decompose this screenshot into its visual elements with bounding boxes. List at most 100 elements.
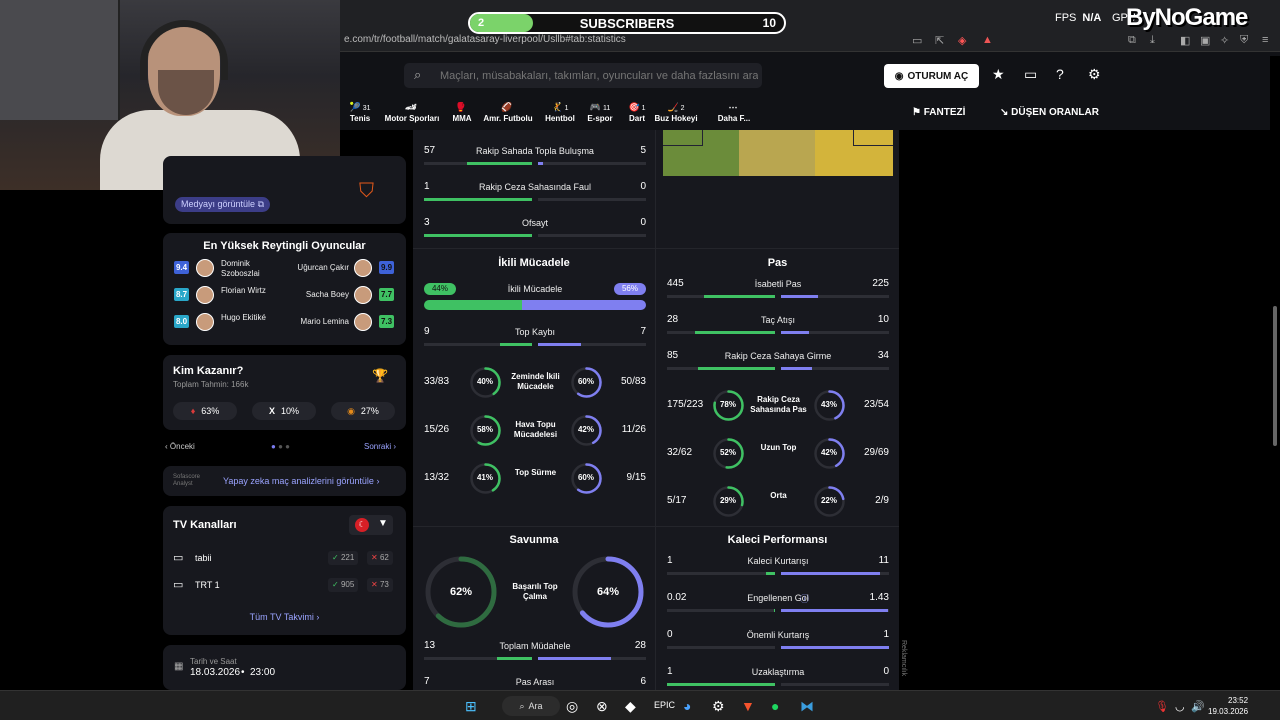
downvote-chip[interactable]: ✕ 62 xyxy=(367,551,393,565)
upvote-count: 905 xyxy=(340,580,355,589)
stat-label: Rakip Ceza Sahasında Faul xyxy=(478,182,592,192)
sport-tab[interactable]: 🎾 31 Tenis xyxy=(332,102,388,123)
sidebar-icon[interactable]: ◧ xyxy=(1180,34,1190,47)
epic-games-icon[interactable]: EPIC xyxy=(654,700,675,710)
ai-analysis-link[interactable]: Yapay zeka maç analizlerini görüntüle › xyxy=(223,476,379,486)
stat-bar-right-fill xyxy=(781,331,810,334)
who-wins-card: Kim Kazanır? Toplam Tahmin: 166k 🏆 ♦ 63% … xyxy=(163,355,406,430)
pager-dots[interactable]: ● ● ● xyxy=(271,442,290,451)
player-name: Uğurcan Çakır xyxy=(297,263,349,272)
fps-label: FPS xyxy=(1055,12,1077,24)
fps-readout: FPS N/A xyxy=(1055,12,1101,24)
share-icon[interactable]: ⇱ xyxy=(935,34,944,47)
info-icon[interactable]: ⓘ xyxy=(800,592,809,605)
tv-channel-name: TRT 1 xyxy=(195,580,220,590)
upvote-chip[interactable]: ✓ 905 xyxy=(328,578,359,592)
stat-bar-left-fill xyxy=(766,572,775,575)
steam-icon[interactable]: ◎ xyxy=(566,698,578,715)
external-icon: ⧉ xyxy=(257,199,264,209)
tv-channel-row[interactable]: ▭ tabii ✓ 221 ✕ 62 xyxy=(173,551,396,567)
next-label: Sonraki xyxy=(364,442,392,451)
menu-icon[interactable]: ≡ xyxy=(1262,34,1268,46)
right-tackle-percent: 64% xyxy=(596,586,620,598)
favorites-star-icon[interactable]: ★ xyxy=(992,66,1005,83)
taskbar-search[interactable]: ⌕ Ara xyxy=(502,696,560,716)
microphone-icon[interactable]: 🎙 xyxy=(1155,700,1169,713)
vote-draw-button[interactable]: X 10% xyxy=(252,402,316,420)
top-rated-players-card: En Yüksek Reytingli Oyuncular 9.4 Dominik… xyxy=(163,233,406,345)
galatasaray-crest-icon: ⛉ xyxy=(359,180,374,202)
pass-title: Pas xyxy=(767,257,788,269)
vote-home-button[interactable]: ♦ 63% xyxy=(173,402,237,420)
sport-label: Buz Hokeyi xyxy=(654,114,698,123)
date-time-card: ▦ Tarih ve Saat 18.03.2026 • 23:00 xyxy=(163,645,406,690)
player-row[interactable]: 9.4 Dominik Szoboszlai Uğurcan Çakır 9.9 xyxy=(163,258,406,278)
avatar xyxy=(354,313,372,331)
view-media-button[interactable]: Medyayı görüntüle ⧉ xyxy=(175,197,270,212)
stat-label: Rakip Sahada Topla Buluşma xyxy=(476,146,594,156)
extensions-icon[interactable]: ⧉ xyxy=(1128,34,1136,47)
heatmap-box xyxy=(663,130,703,146)
sport-tab[interactable]: 🏒 2 Buz Hokeyi xyxy=(648,102,704,123)
cast-icon[interactable]: ▭ xyxy=(912,34,922,47)
country-select[interactable]: ☾ ▼ xyxy=(349,515,393,535)
vpn-icon[interactable]: ⛨ xyxy=(1240,34,1248,47)
stat-bar-right-track xyxy=(538,162,646,165)
system-clock[interactable]: 23:52 19.03.2026 xyxy=(1208,695,1248,717)
who-wins-title: Kim Kazanır? xyxy=(173,365,244,377)
stat-right-value: 6 xyxy=(640,676,646,687)
player-rating: 9.9 xyxy=(379,261,394,274)
scrollbar-thumb[interactable] xyxy=(1273,306,1277,446)
xbox-icon[interactable]: ⊗ xyxy=(596,698,608,715)
search-box[interactable]: ⌕ xyxy=(404,63,762,88)
spotify-icon[interactable]: ● xyxy=(771,698,779,714)
dropping-odds-link[interactable]: ↘ DÜŞEN ORANLAR xyxy=(1000,107,1099,118)
sport-icon: 🎾 31 xyxy=(349,102,371,112)
sport-tab[interactable]: 🏈 Amr. Futbolu xyxy=(480,102,536,123)
next-button[interactable]: Sonraki › xyxy=(364,442,396,451)
wifi-icon[interactable]: ◡ xyxy=(1175,700,1185,713)
download-icon[interactable]: ⤓ xyxy=(1150,34,1155,47)
rewards-icon[interactable]: ▲ xyxy=(982,34,993,46)
page-scrollbar[interactable] xyxy=(1270,56,1280,690)
edge-icon[interactable]: ◕ xyxy=(683,698,691,714)
player-name: Mario Lemina xyxy=(300,317,349,326)
player-row[interactable]: 8.0 Hugo Ekitiké Mario Lemina 7.3 xyxy=(163,312,406,332)
volume-icon[interactable]: 🔊 xyxy=(1191,700,1205,713)
previous-button[interactable]: ‹ Önceki xyxy=(165,442,195,451)
tv-icon[interactable]: ▭ xyxy=(1024,66,1037,83)
settings-gear-icon[interactable]: ⚙ xyxy=(1088,66,1101,83)
leo-icon[interactable]: ✧ xyxy=(1220,34,1229,47)
player-row[interactable]: 8.7 Florian Wirtz Sacha Boey 7.7 xyxy=(163,285,406,305)
windows-start-icon[interactable]: ⊞ xyxy=(465,698,477,715)
all-tv-schedule-link[interactable]: Tüm TV Takvimi › xyxy=(163,612,406,622)
fantasy-link[interactable]: ⚑ FANTEZİ xyxy=(912,107,965,118)
stat-right-value: 11/26 xyxy=(621,424,646,435)
login-button[interactable]: ◉ OTURUM AÇ xyxy=(884,64,979,88)
settings-icon[interactable]: ⚙ xyxy=(712,698,725,715)
section-divider xyxy=(413,248,899,249)
chevron-down-icon: ▼ xyxy=(378,518,388,529)
unity-icon[interactable]: ◆ xyxy=(625,698,636,715)
upvote-chip[interactable]: ✓ 221 xyxy=(328,551,359,565)
tv-channel-row[interactable]: ▭ TRT 1 ✓ 905 ✕ 73 xyxy=(173,578,396,594)
stat-bar-left-fill xyxy=(667,683,775,686)
vscode-icon[interactable]: ⧓ xyxy=(800,698,814,715)
stat-label: Toplam Müdahele xyxy=(499,641,571,651)
brave-icon[interactable]: ▼ xyxy=(741,698,755,714)
sport-tab[interactable]: 🏎 Motor Sporları xyxy=(384,102,440,123)
url-text[interactable]: e.com/tr/football/match/galatasaray-live… xyxy=(344,34,626,45)
help-icon[interactable]: ? xyxy=(1056,66,1064,82)
ring-stat-label: Zeminde İkili Mücadele xyxy=(511,372,560,391)
wallet-icon[interactable]: ▣ xyxy=(1200,34,1210,47)
downvote-chip[interactable]: ✕ 73 xyxy=(367,578,393,592)
sport-label: Hentbol xyxy=(545,114,575,123)
sport-tab[interactable]: ⋯ Daha F... xyxy=(706,102,762,123)
ai-analysis-card[interactable]: Sofascore Analyst Yapay zeka maç analizle… xyxy=(163,466,406,496)
search-input[interactable] xyxy=(440,63,758,88)
vote-away-button[interactable]: ◉ 27% xyxy=(331,402,395,420)
brave-shield-icon[interactable]: ◈ xyxy=(958,34,966,47)
stat-bar-left-fill xyxy=(424,234,532,237)
duels-left-pct: 44% xyxy=(424,283,456,295)
duels-right-bar xyxy=(521,300,646,310)
